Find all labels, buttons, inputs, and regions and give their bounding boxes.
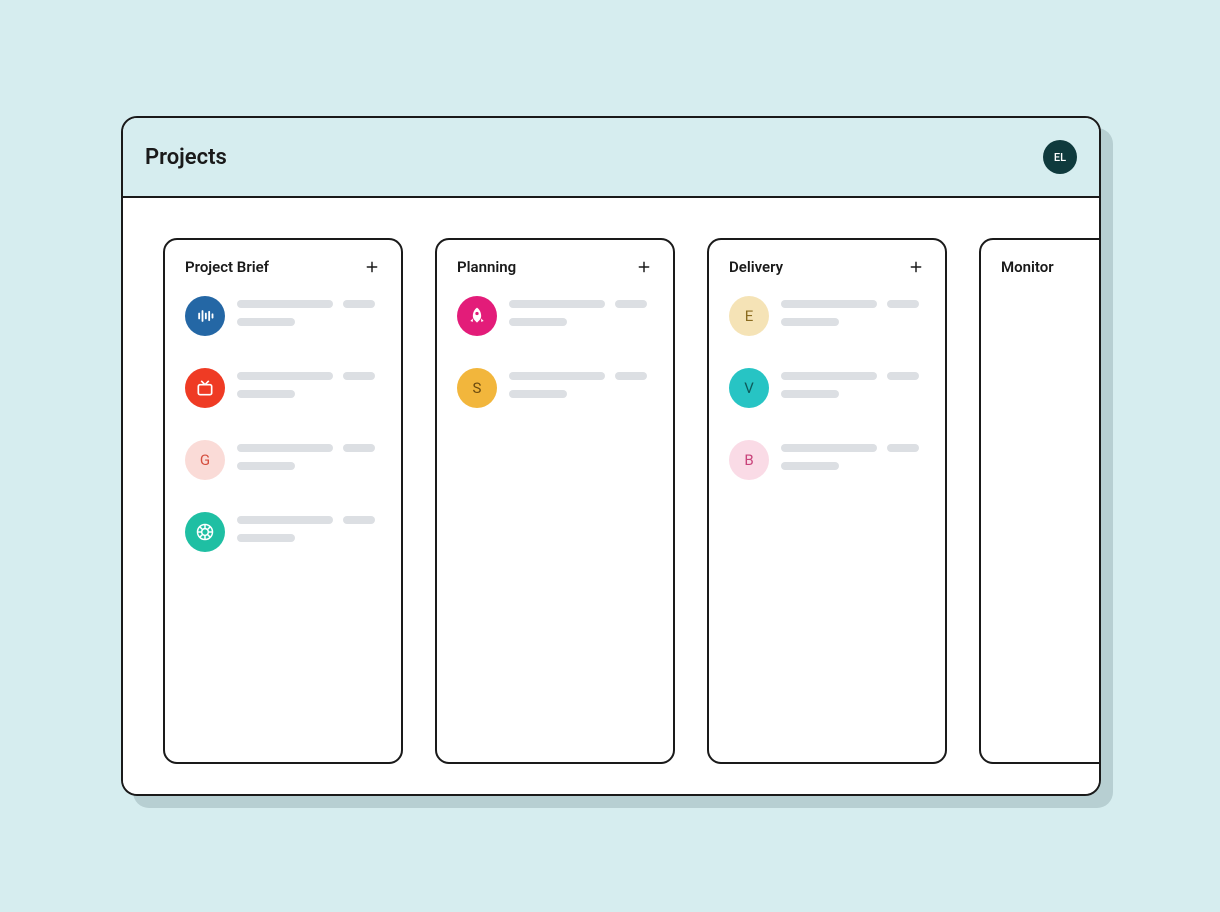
card-text-placeholder	[781, 440, 925, 470]
tv-icon	[185, 368, 225, 408]
card[interactable]	[185, 512, 381, 552]
card-text-placeholder	[237, 440, 381, 470]
card[interactable]: E	[729, 296, 925, 336]
plus-icon	[909, 260, 923, 274]
card[interactable]: V	[729, 368, 925, 408]
board-column: Planning S	[435, 238, 675, 764]
page-title: Projects	[145, 145, 227, 170]
board-column: Monitor	[979, 238, 1099, 764]
card[interactable]	[457, 296, 653, 336]
add-card-button[interactable]	[363, 258, 381, 276]
card[interactable]	[185, 368, 381, 408]
card[interactable]: B	[729, 440, 925, 480]
column-title: Delivery	[729, 258, 783, 276]
card[interactable]: G	[185, 440, 381, 480]
card[interactable]: S	[457, 368, 653, 408]
card-badge-letter: E	[729, 296, 769, 336]
column-title: Project Brief	[185, 258, 269, 276]
board-column: Project Brief G	[163, 238, 403, 764]
board-area: Project Brief G Planning SD	[123, 198, 1099, 794]
column-title: Monitor	[1001, 258, 1054, 276]
card-list: EVB	[729, 296, 925, 480]
column-header: Planning	[457, 258, 653, 276]
column-header: Project Brief	[185, 258, 381, 276]
card[interactable]	[185, 296, 381, 336]
card-text-placeholder	[237, 512, 381, 542]
card-text-placeholder	[509, 296, 653, 326]
add-card-button[interactable]	[635, 258, 653, 276]
aperture-icon	[185, 512, 225, 552]
card-badge-letter: G	[185, 440, 225, 480]
card-badge-letter: S	[457, 368, 497, 408]
titlebar: Projects EL	[123, 118, 1099, 198]
board-column: Delivery EVB	[707, 238, 947, 764]
card-text-placeholder	[237, 368, 381, 398]
card-list: G	[185, 296, 381, 552]
column-header: Delivery	[729, 258, 925, 276]
plus-icon	[637, 260, 651, 274]
card-badge-letter: B	[729, 440, 769, 480]
user-avatar[interactable]: EL	[1043, 140, 1077, 174]
add-card-button[interactable]	[907, 258, 925, 276]
rocket-icon	[457, 296, 497, 336]
card-badge-letter: V	[729, 368, 769, 408]
card-text-placeholder	[509, 368, 653, 398]
card-list: S	[457, 296, 653, 408]
plus-icon	[365, 260, 379, 274]
column-header: Monitor	[1001, 258, 1099, 276]
card-text-placeholder	[781, 368, 925, 398]
card-text-placeholder	[781, 296, 925, 326]
app-window: Projects EL Project Brief G Planning	[121, 116, 1101, 796]
card-text-placeholder	[237, 296, 381, 326]
audio-bars-icon	[185, 296, 225, 336]
column-title: Planning	[457, 258, 516, 276]
